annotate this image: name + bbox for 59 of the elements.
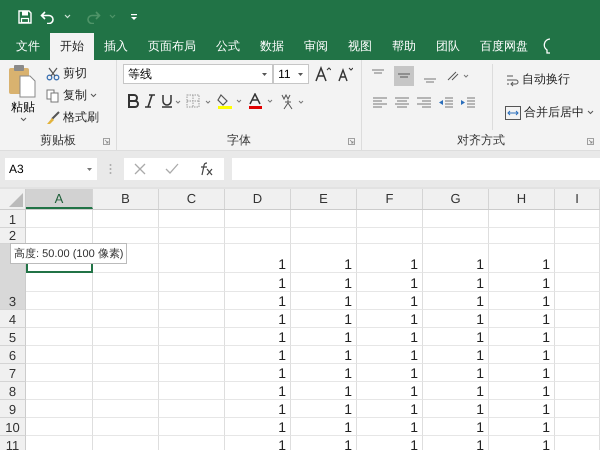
table-cell: 1 <box>357 382 423 400</box>
table-cell: 1 <box>489 292 555 310</box>
table-cell: 1 <box>225 328 291 346</box>
table-cell: 1 <box>357 346 423 364</box>
table-cell: 1 <box>291 436 357 450</box>
table-cell: 1 <box>489 346 555 364</box>
table-cell: 1 <box>357 418 423 436</box>
table-cell: 1 <box>423 400 489 418</box>
table-cell: 1 <box>423 382 489 400</box>
table-cell: 1 <box>225 418 291 436</box>
table-cell: 1 <box>489 382 555 400</box>
table-cell: 1 <box>291 346 357 364</box>
table-cell: 1 <box>489 436 555 450</box>
table-cell: 1 <box>225 382 291 400</box>
group-label: 剪贴板 <box>40 132 76 148</box>
table-cell: 1 <box>489 273 555 292</box>
table-cell: 1 <box>291 382 357 400</box>
table-cell: 1 <box>225 346 291 364</box>
table-cell: 1 <box>225 273 291 292</box>
table-cell: 1 <box>357 328 423 346</box>
group-label: 字体 <box>227 132 252 148</box>
table-cell: 1 <box>489 400 555 418</box>
table-cell: 1 <box>225 310 291 328</box>
table-cell: 1 <box>423 328 489 346</box>
table-cell: 1 <box>291 292 357 310</box>
table-cell: 1 <box>225 244 291 273</box>
table-cell: 1 <box>225 436 291 450</box>
table-cell: 1 <box>291 418 357 436</box>
table-cell: 1 <box>489 328 555 346</box>
table-cell: 1 <box>423 310 489 328</box>
table-cell: 1 <box>225 400 291 418</box>
table-cell: 1 <box>489 244 555 273</box>
table-cell: 1 <box>357 292 423 310</box>
row-height-tooltip: 高度: 50.00 (100 像素) <box>10 243 128 264</box>
table-cell: 1 <box>225 292 291 310</box>
table-cell: 1 <box>423 273 489 292</box>
table-cell: 1 <box>225 364 291 382</box>
table-cell: 1 <box>423 292 489 310</box>
table-cell: 1 <box>291 310 357 328</box>
table-cell: 1 <box>291 328 357 346</box>
table-cell: 1 <box>357 273 423 292</box>
table-cell: 1 <box>357 400 423 418</box>
table-cell: 1 <box>489 310 555 328</box>
table-cell: 1 <box>357 310 423 328</box>
table-cell: 1 <box>489 364 555 382</box>
table-cell: 1 <box>291 364 357 382</box>
table-cell: 1 <box>423 364 489 382</box>
table-cell: 1 <box>357 436 423 450</box>
table-cell: 1 <box>423 346 489 364</box>
table-cell: 1 <box>291 273 357 292</box>
table-cell: 1 <box>291 244 357 273</box>
table-cell: 1 <box>357 364 423 382</box>
table-cell: 1 <box>423 418 489 436</box>
group-label: 对齐方式 <box>457 132 505 148</box>
table-cell: 1 <box>357 244 423 273</box>
table-cell: 1 <box>423 244 489 273</box>
table-cell: 1 <box>291 400 357 418</box>
table-cell: 1 <box>423 436 489 450</box>
table-cell: 1 <box>489 418 555 436</box>
